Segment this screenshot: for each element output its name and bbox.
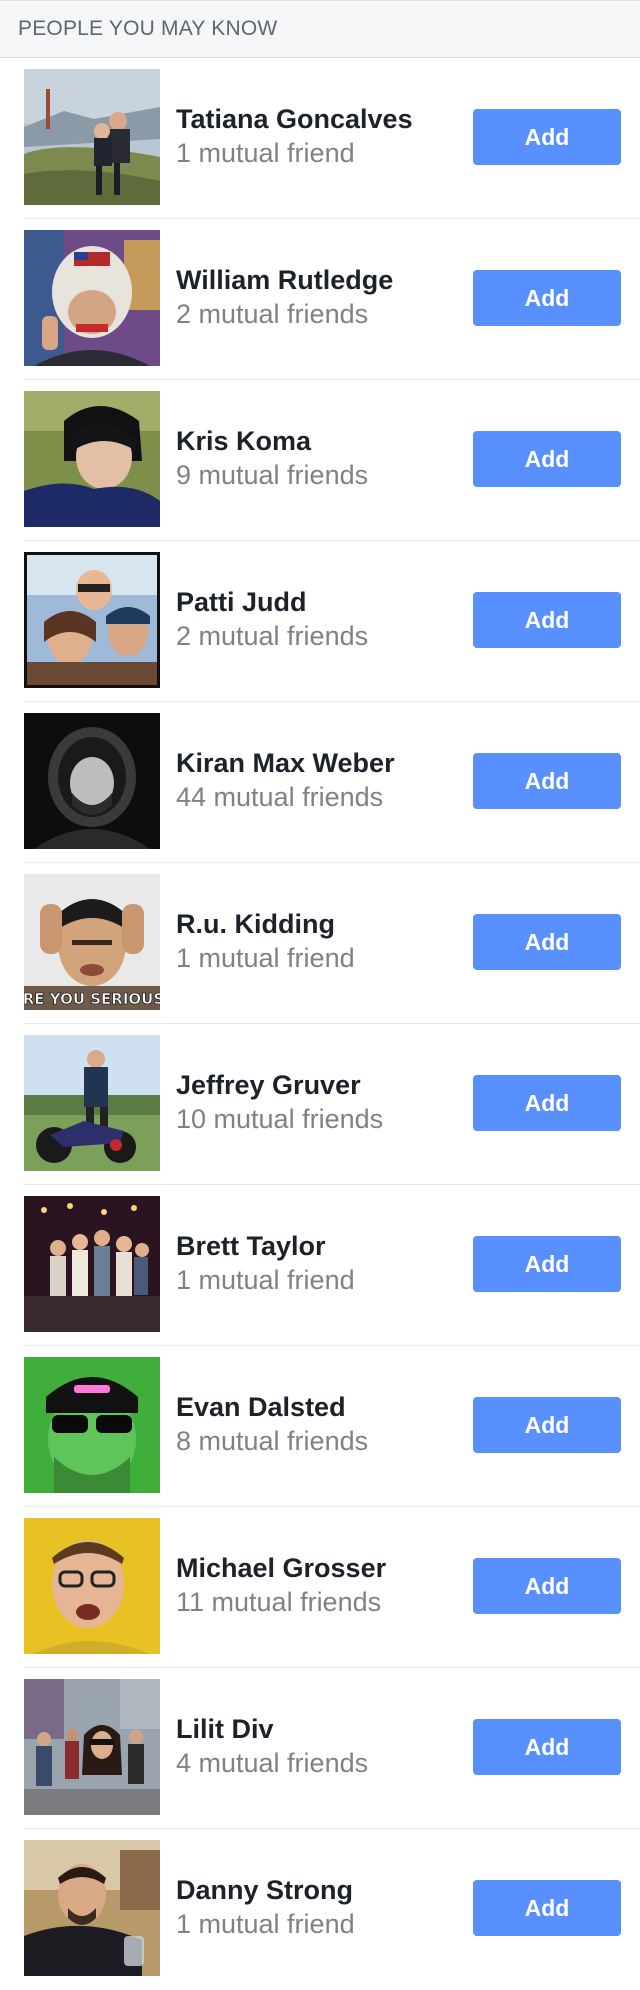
person-info: Kiran Max Weber 44 mutual friends: [176, 746, 466, 814]
add-friend-button[interactable]: Add: [473, 1880, 621, 1936]
list-item: ARE YOU SERIOUS? R.u. Kidding 1 mutual f…: [24, 863, 640, 1024]
list-item: Brett Taylor 1 mutual friend Add: [24, 1185, 640, 1346]
mutual-friends-count[interactable]: 4 mutual friends: [176, 1746, 466, 1780]
list-item: Kiran Max Weber 44 mutual friends Add: [24, 702, 640, 863]
person-info: William Rutledge 2 mutual friends: [176, 263, 466, 331]
mutual-friends-count[interactable]: 1 mutual friend: [176, 1907, 466, 1941]
add-friend-button[interactable]: Add: [473, 753, 621, 809]
person-name[interactable]: Kris Koma: [176, 424, 466, 458]
person-name[interactable]: Michael Grosser: [176, 1551, 466, 1585]
profile-photo[interactable]: [24, 1840, 160, 1976]
person-name[interactable]: R.u. Kidding: [176, 907, 466, 941]
person-name[interactable]: Danny Strong: [176, 1873, 466, 1907]
mutual-friends-count[interactable]: 11 mutual friends: [176, 1585, 466, 1619]
person-name[interactable]: Brett Taylor: [176, 1229, 466, 1263]
person-info: Jeffrey Gruver 10 mutual friends: [176, 1068, 466, 1136]
add-friend-button[interactable]: Add: [473, 914, 621, 970]
photo-caption: ARE YOU SERIOUS?: [24, 990, 160, 1008]
list-item: William Rutledge 2 mutual friends Add: [24, 219, 640, 380]
person-name[interactable]: William Rutledge: [176, 263, 466, 297]
list-item: Danny Strong 1 mutual friend Add: [24, 1829, 640, 1990]
list-item: Evan Dalsted 8 mutual friends Add: [24, 1346, 640, 1507]
profile-photo[interactable]: [24, 391, 160, 527]
profile-photo[interactable]: [24, 1679, 160, 1815]
add-friend-button[interactable]: Add: [473, 270, 621, 326]
mutual-friends-count[interactable]: 9 mutual friends: [176, 458, 466, 492]
mutual-friends-count[interactable]: 10 mutual friends: [176, 1102, 466, 1136]
person-name[interactable]: Lilit Div: [176, 1712, 466, 1746]
mutual-friends-count[interactable]: 1 mutual friend: [176, 1263, 466, 1297]
profile-photo[interactable]: [24, 1357, 160, 1493]
profile-photo[interactable]: ARE YOU SERIOUS?: [24, 874, 160, 1010]
mutual-friends-count[interactable]: 8 mutual friends: [176, 1424, 466, 1458]
add-friend-button[interactable]: Add: [473, 592, 621, 648]
list-item: Tatiana Goncalves 1 mutual friend Add: [24, 58, 640, 219]
add-friend-button[interactable]: Add: [473, 1719, 621, 1775]
profile-photo[interactable]: [24, 1518, 160, 1654]
add-friend-button[interactable]: Add: [473, 109, 621, 165]
profile-photo[interactable]: [24, 1035, 160, 1171]
profile-photo[interactable]: [24, 552, 160, 688]
mutual-friends-count[interactable]: 1 mutual friend: [176, 136, 466, 170]
person-info: Evan Dalsted 8 mutual friends: [176, 1390, 466, 1458]
add-friend-button[interactable]: Add: [473, 1397, 621, 1453]
person-info: Brett Taylor 1 mutual friend: [176, 1229, 466, 1297]
list-item: Patti Judd 2 mutual friends Add: [24, 541, 640, 702]
person-name[interactable]: Kiran Max Weber: [176, 746, 466, 780]
list-item: Lilit Div 4 mutual friends Add: [24, 1668, 640, 1829]
list-item: Michael Grosser 11 mutual friends Add: [24, 1507, 640, 1668]
section-header: PEOPLE YOU MAY KNOW: [0, 0, 640, 58]
mutual-friends-count[interactable]: 2 mutual friends: [176, 619, 466, 653]
person-info: R.u. Kidding 1 mutual friend: [176, 907, 466, 975]
person-info: Lilit Div 4 mutual friends: [176, 1712, 466, 1780]
person-name[interactable]: Evan Dalsted: [176, 1390, 466, 1424]
person-info: Tatiana Goncalves 1 mutual friend: [176, 102, 466, 170]
person-name[interactable]: Jeffrey Gruver: [176, 1068, 466, 1102]
list-item: Jeffrey Gruver 10 mutual friends Add: [24, 1024, 640, 1185]
person-info: Danny Strong 1 mutual friend: [176, 1873, 466, 1941]
person-name[interactable]: Tatiana Goncalves: [176, 102, 466, 136]
profile-photo[interactable]: [24, 713, 160, 849]
person-info: Patti Judd 2 mutual friends: [176, 585, 466, 653]
mutual-friends-count[interactable]: 44 mutual friends: [176, 780, 466, 814]
person-info: Kris Koma 9 mutual friends: [176, 424, 466, 492]
profile-photo[interactable]: [24, 230, 160, 366]
add-friend-button[interactable]: Add: [473, 1075, 621, 1131]
person-info: Michael Grosser 11 mutual friends: [176, 1551, 466, 1619]
section-title: PEOPLE YOU MAY KNOW: [18, 17, 278, 40]
person-name[interactable]: Patti Judd: [176, 585, 466, 619]
mutual-friends-count[interactable]: 2 mutual friends: [176, 297, 466, 331]
add-friend-button[interactable]: Add: [473, 431, 621, 487]
add-friend-button[interactable]: Add: [473, 1236, 621, 1292]
list-item: Kris Koma 9 mutual friends Add: [24, 380, 640, 541]
profile-photo[interactable]: [24, 1196, 160, 1332]
mutual-friends-count[interactable]: 1 mutual friend: [176, 941, 466, 975]
profile-photo[interactable]: [24, 69, 160, 205]
add-friend-button[interactable]: Add: [473, 1558, 621, 1614]
people-list: Tatiana Goncalves 1 mutual friend Add Wi…: [0, 58, 640, 1990]
